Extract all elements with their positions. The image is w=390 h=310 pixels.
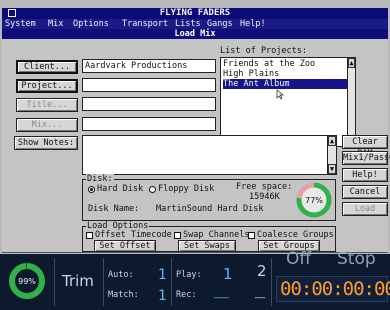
mode-off[interactable]: Off: [286, 250, 311, 268]
load-mix-dialog: Client... Aardvark Productions Project..…: [2, 39, 390, 253]
menu-help[interactable]: Help!: [240, 19, 266, 29]
title-bar: FLYING FADERS: [2, 8, 388, 19]
match-label: Match:: [108, 290, 139, 300]
scroll-up-icon[interactable]: ▲: [348, 58, 355, 68]
project-button[interactable]: Project...: [16, 79, 78, 93]
offset-timecode-checkbox[interactable]: [86, 232, 93, 239]
set-swaps-button[interactable]: Set Swaps: [178, 240, 236, 252]
match-value: 1: [158, 288, 167, 304]
menu-transport[interactable]: Transport: [122, 19, 168, 29]
clear-ram-button[interactable]: Clear RAM: [342, 135, 388, 159]
level-meter-value: 99%: [18, 277, 36, 286]
timecode-display: 00:00:00:00: [280, 278, 390, 300]
mode-stop[interactable]: Stop: [337, 250, 376, 268]
auto-label: Auto:: [108, 270, 134, 280]
disk-usage-percent: 77%: [305, 196, 323, 205]
window-title: FLYING FADERS: [159, 8, 231, 18]
big-dash: __: [255, 288, 265, 299]
disk-usage-pie: 77%: [296, 182, 332, 218]
show-notes-button[interactable]: Show Notes:: [14, 136, 78, 150]
mix-field[interactable]: [82, 117, 216, 131]
disk-name-label: Disk Name:: [88, 204, 140, 214]
play-label: Play:: [176, 270, 202, 280]
disk-group-label: Disk:: [86, 174, 114, 184]
menu-system[interactable]: System: [5, 19, 36, 29]
help-button[interactable]: Help!: [342, 168, 388, 182]
title-field[interactable]: [82, 97, 216, 111]
projects-label: List of Projects:: [220, 46, 307, 56]
big-value: 2: [257, 262, 267, 280]
cancel-button[interactable]: Cancel: [342, 185, 388, 199]
mix-button[interactable]: Mix...: [16, 118, 78, 132]
menu-bar: System Mix Options Transport Lists Gangs…: [2, 19, 388, 29]
rec-value: ___: [214, 288, 229, 299]
notes-field[interactable]: [82, 135, 336, 175]
title-button[interactable]: Title...: [16, 98, 78, 112]
floppy-disk-radio[interactable]: [149, 186, 156, 193]
client-button[interactable]: Client...: [16, 60, 78, 74]
client-field[interactable]: Aardvark Productions: [82, 59, 216, 73]
dialog-title-bar: Load Mix: [2, 29, 388, 39]
status-bar: 99% Trim Auto: 1 Match: 1 Play: 1 Rec: _…: [0, 250, 390, 310]
coalesce-groups-checkbox[interactable]: [248, 232, 255, 239]
project-field[interactable]: [82, 78, 216, 92]
menu-lists[interactable]: Lists: [175, 19, 201, 29]
scroll-down-icon[interactable]: ▼: [328, 164, 336, 174]
auto-value: 1: [158, 267, 167, 283]
hard-disk-label[interactable]: Hard Disk: [97, 184, 143, 195]
mix-pass-button[interactable]: Mix1/Pass0: [342, 151, 390, 165]
notes-scrollbar[interactable]: ▲ ▼: [327, 135, 337, 175]
scroll-up-icon[interactable]: ▲: [328, 136, 336, 146]
disk-name-value: MartinSound Hard Disk: [156, 204, 264, 214]
swap-channels-checkbox[interactable]: [174, 232, 181, 239]
menu-gangs[interactable]: Gangs: [207, 19, 233, 29]
rec-label: Rec:: [176, 290, 197, 300]
trim-label[interactable]: Trim: [62, 272, 94, 290]
floppy-disk-label[interactable]: Floppy Disk: [158, 184, 214, 195]
dialog-title: Load Mix: [174, 29, 216, 39]
timecode-panel: 00:00:00:00: [276, 276, 390, 302]
level-meter-ring: 99%: [9, 263, 45, 299]
list-item-selected[interactable]: The Ant Album: [223, 79, 348, 89]
projects-scrollbar[interactable]: ▲ ▼: [347, 57, 356, 147]
list-item[interactable]: High Plains: [223, 69, 348, 79]
free-space-value: 15946K: [249, 192, 280, 202]
load-button[interactable]: Load: [342, 202, 388, 216]
list-item[interactable]: Friends at the Zoo: [223, 59, 348, 69]
mouse-cursor-icon: [276, 89, 284, 100]
menu-mix[interactable]: Mix: [48, 19, 63, 29]
play-value: 1: [223, 265, 233, 283]
hard-disk-radio[interactable]: [88, 186, 95, 193]
set-offset-button[interactable]: Set Offset: [94, 240, 156, 252]
projects-list[interactable]: Friends at the Zoo High Plains The Ant A…: [220, 57, 356, 147]
menu-options[interactable]: Options: [73, 19, 109, 29]
